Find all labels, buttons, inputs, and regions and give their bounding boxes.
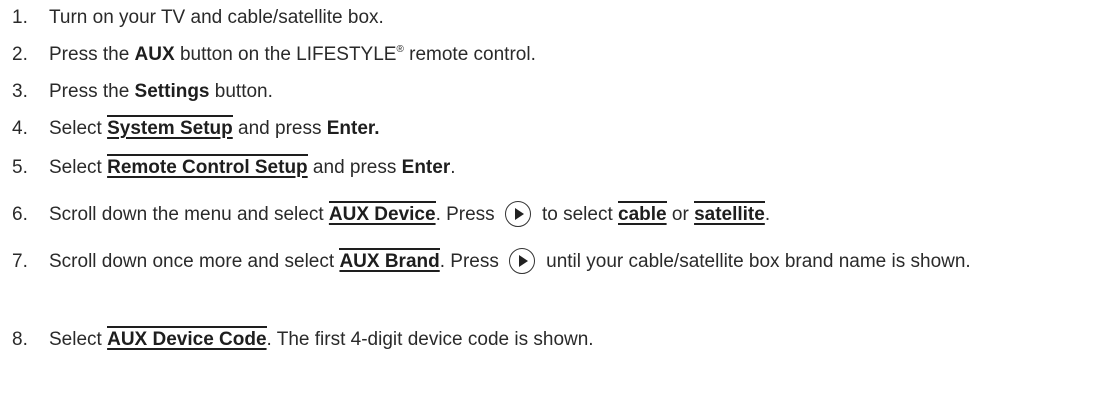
step-text: Scroll down once more and select AUX Bra… — [49, 247, 1089, 277]
step-text-part: Select — [49, 157, 108, 178]
step-text: Press the AUX button on the LIFESTYLE® r… — [49, 40, 536, 70]
step-number: 4. — [12, 118, 28, 139]
play-circle-icon — [504, 201, 531, 227]
step-number: 5. — [12, 157, 28, 178]
aux-button-label: AUX — [134, 44, 175, 65]
step-text-part: Press the — [49, 81, 135, 102]
settings-button-label: Settings — [134, 81, 210, 102]
step-text-part: Turn on your TV and cable/satellite box. — [49, 7, 384, 28]
step-text-part: . The first 4-digit device code is shown… — [266, 329, 594, 350]
step-text-part: Select — [49, 329, 108, 350]
step-text-part: Scroll down the menu and select — [49, 204, 329, 225]
step-number: 6. — [12, 204, 28, 225]
menu-item-remote-control-setup: Remote Control Setup — [107, 154, 308, 178]
menu-item-aux-device: AUX Device — [328, 201, 436, 225]
step-text: Select AUX Device Code. The first 4-digi… — [49, 325, 594, 355]
step-text-part: to select — [536, 204, 619, 225]
step-text-part: Press the — [49, 44, 135, 65]
menu-item-aux-device-code: AUX Device Code — [107, 326, 267, 350]
step-text-part: Select — [49, 118, 108, 139]
enter-button-label: Enter — [401, 157, 451, 178]
step-text-part: Scroll down once more and select — [49, 251, 340, 272]
step-text: Press the Settings button. — [49, 77, 273, 107]
step-text: Select System Setup and press Enter. — [49, 114, 380, 144]
step-number: 2. — [12, 44, 28, 65]
step-text-part: remote control. — [403, 44, 536, 65]
step-text-part: . Press — [435, 204, 495, 225]
step-number: 1. — [12, 7, 28, 28]
step-text: Scroll down the menu and select AUX Devi… — [49, 200, 770, 230]
play-circle-icon — [508, 248, 535, 274]
step-number: 7. — [12, 251, 28, 272]
option-satellite: satellite — [694, 201, 765, 225]
step-text: Select Remote Control Setup and press En… — [49, 153, 456, 183]
step-text-part: until your cable/satellite box brand nam… — [540, 251, 971, 272]
menu-item-system-setup: System Setup — [107, 115, 233, 139]
step-number: 8. — [12, 329, 28, 350]
menu-item-aux-brand: AUX Brand — [339, 248, 440, 272]
enter-button-label: Enter. — [326, 118, 380, 139]
step-text-part: and press — [307, 157, 402, 178]
step-text-part: button. — [209, 81, 273, 102]
step-text-part: button on the LIFESTYLE — [174, 44, 397, 65]
step-text-part: . — [450, 157, 456, 178]
option-cable: cable — [618, 201, 667, 225]
registered-mark: ® — [396, 44, 404, 55]
step-text-part: and press — [232, 118, 327, 139]
step-text-part: . — [764, 204, 771, 225]
step-number: 3. — [12, 81, 28, 102]
step-text-part: or — [666, 204, 695, 225]
step-text: Turn on your TV and cable/satellite box. — [49, 3, 384, 33]
step-text-part: . Press — [439, 251, 499, 272]
step-7: 7. Scroll down once more and select AUX … — [12, 247, 1102, 317]
